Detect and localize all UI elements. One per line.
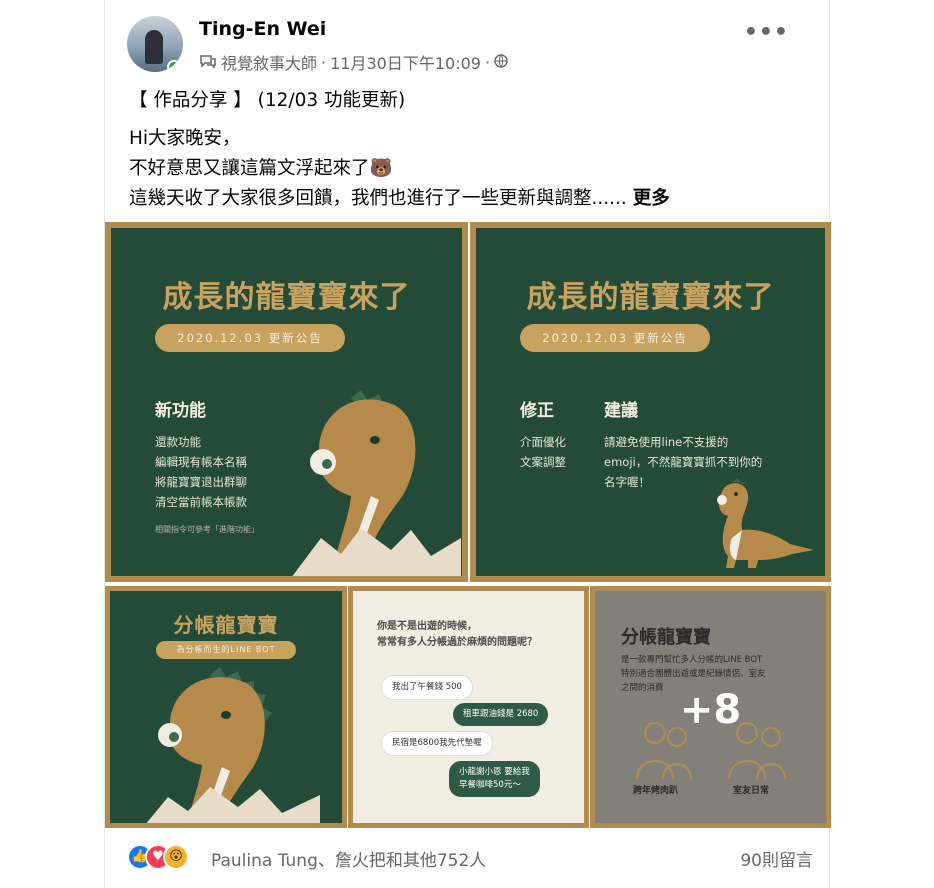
chat-bubble-1: 我出了午餐錢 500 — [381, 675, 473, 700]
tile2-suggest-line-3: 名字喔！ — [604, 475, 650, 489]
tile3-heading: 分帳龍寶寶 — [173, 613, 279, 637]
comments-count[interactable]: 90則留言 — [740, 846, 813, 871]
tile2-heading: 成長的龍寶寶來了 — [526, 280, 775, 315]
post-card: Ting-En Wei 視覺敘事大師 · 11月30日下午10:09 · •••… — [104, 0, 831, 888]
meta-separator-2: · — [484, 52, 491, 72]
post-body-line-3: 這幾天收了大家很多回饋，我們也進行了一些更新與調整...... 更多 — [129, 184, 809, 214]
small-dino-illustration — [717, 478, 814, 568]
tile3-pill: 為分帳而生的LINE BOT — [156, 641, 296, 659]
post-body-line-3-text: 這幾天收了大家很多回饋，我們也進行了一些更新與調整...... — [129, 188, 627, 209]
post-title-line: 【 作品分享 】 (12/03 功能更新) — [129, 90, 406, 111]
tile1-item-4: 清空當前帳本帳款 — [155, 495, 247, 509]
online-status-icon — [167, 60, 181, 72]
photo-tile-5-more[interactable]: 分帳龍寶寶 是一款專門幫忙多人分帳的LINE BOT 特別適合團體出遊或是紀錄情… — [590, 586, 831, 828]
tile2-suggest-line-1: 請避免使用line不支援的 — [604, 435, 729, 449]
wow-icon: 😮 — [163, 844, 189, 870]
post-header: Ting-En Wei 視覺敘事大師 · 11月30日下午10:09 · ••• — [127, 14, 817, 76]
dino-illustration-large — [146, 667, 320, 823]
privacy-globe-icon[interactable] — [494, 53, 508, 72]
post-meta: 視覺敘事大師 · 11月30日下午10:09 · — [199, 50, 508, 74]
tile5-desc-line-2: 特別適合團體出遊或是紀錄情侶、室友 — [621, 669, 766, 679]
tile1-item-3: 將龍寶寶退出群聊 — [155, 475, 247, 489]
tile2-fix-item-1: 介面優化 — [520, 435, 566, 449]
post-text: 【 作品分享 】 (12/03 功能更新) Hi大家晚安， 不好意思又讓這篇文浮… — [129, 86, 809, 214]
post-footer: 👍 ♥ 😮 Paulina Tung、詹火把和其他752人 90則留言 — [127, 838, 817, 878]
tile1-date-pill: 2020.12.03 更新公告 — [155, 324, 345, 352]
tile5-label-2: 室友日常 — [733, 786, 770, 796]
photo-tile-3[interactable]: 分帳龍寶寶 為分帳而生的LINE BOT — [105, 586, 347, 828]
tile2-section-fix: 修正 — [520, 401, 554, 421]
chat-bubble-4-line-2: 早餐咖啡50元～ — [459, 780, 521, 790]
photo-tile-2[interactable]: 成長的龍寶寶來了 2020.12.03 更新公告 修正 建議 介面優化 文案調整… — [470, 222, 831, 582]
tile1-section-title: 新功能 — [155, 401, 206, 421]
photo-tile-4[interactable]: 你是不是出遊的時候， 常常有多人分帳過於麻煩的問題呢？ 我出了午餐錢 500 租… — [348, 586, 589, 828]
chat-bubble-4-line-1: 小龍謝小恩 要給我 — [459, 767, 530, 777]
tile4-question-line-2: 常常有多人分帳過於麻煩的問題呢？ — [377, 637, 537, 648]
post-body-line-2: 不好意思又讓這篇文浮起來了🐻 — [129, 158, 393, 179]
author-avatar[interactable] — [127, 16, 183, 72]
reaction-icons[interactable]: 👍 ♥ 😮 — [127, 844, 207, 872]
avatar-figure — [145, 30, 163, 64]
tile1-heading: 成長的龍寶寶來了 — [162, 280, 411, 315]
chat-bubble-3: 民宿是6800我先代墊喔 — [381, 731, 493, 756]
reaction-names[interactable]: Paulina Tung、詹火把和其他752人 — [211, 846, 486, 871]
see-more-link[interactable]: 更多 — [633, 188, 670, 209]
tile1-note: 相關指令可參考「進階功能」 — [155, 525, 259, 534]
dino-illustration — [292, 390, 461, 576]
tile2-section-suggest: 建議 — [604, 401, 638, 421]
tile5-heading: 分帳龍寶寶 — [621, 627, 711, 648]
chat-bubble-2: 租車跟油錢是 2680 — [453, 703, 549, 726]
tile5-desc-line-1: 是一款專門幫忙多人分帳的LINE BOT — [621, 655, 763, 665]
tile1-item-1: 還款功能 — [155, 435, 201, 449]
post-body-line-1: Hi大家晚安， — [129, 128, 241, 149]
more-options-button[interactable]: ••• — [744, 20, 789, 45]
tile4-question: 你是不是出遊的時候， 常常有多人分帳過於麻煩的問題呢？ — [377, 619, 537, 651]
meta-separator: · — [321, 52, 327, 72]
chat-bubble-4: 小龍謝小恩 要給我 早餐咖啡50元～ — [449, 761, 540, 797]
tile2-fix-item-2: 文案調整 — [520, 455, 566, 469]
tile2-suggest-line-2: emoji，不然龍寶寶抓不到你的 — [604, 455, 763, 469]
photo-grid: 成長的龍寶寶來了 2020.12.03 更新公告 新功能 還款功能 編輯現有帳本… — [105, 222, 831, 828]
tile4-question-line-1: 你是不是出遊的時候， — [377, 621, 477, 632]
post-timestamp[interactable]: 11月30日下午10:09 — [330, 50, 481, 74]
tile1-item-2: 編輯現有帳本名稱 — [155, 455, 247, 469]
more-photos-overlay[interactable]: +8 — [595, 687, 826, 733]
tile2-date-pill: 2020.12.03 更新公告 — [520, 324, 710, 352]
author-name[interactable]: Ting-En Wei — [199, 18, 326, 40]
group-chat-icon — [199, 54, 217, 70]
photo-tile-1[interactable]: 成長的龍寶寶來了 2020.12.03 更新公告 新功能 還款功能 編輯現有帳本… — [105, 222, 468, 582]
group-name-link[interactable]: 視覺敘事大師 — [221, 50, 317, 74]
tile5-label-1: 跨年烤肉趴 — [633, 786, 679, 796]
